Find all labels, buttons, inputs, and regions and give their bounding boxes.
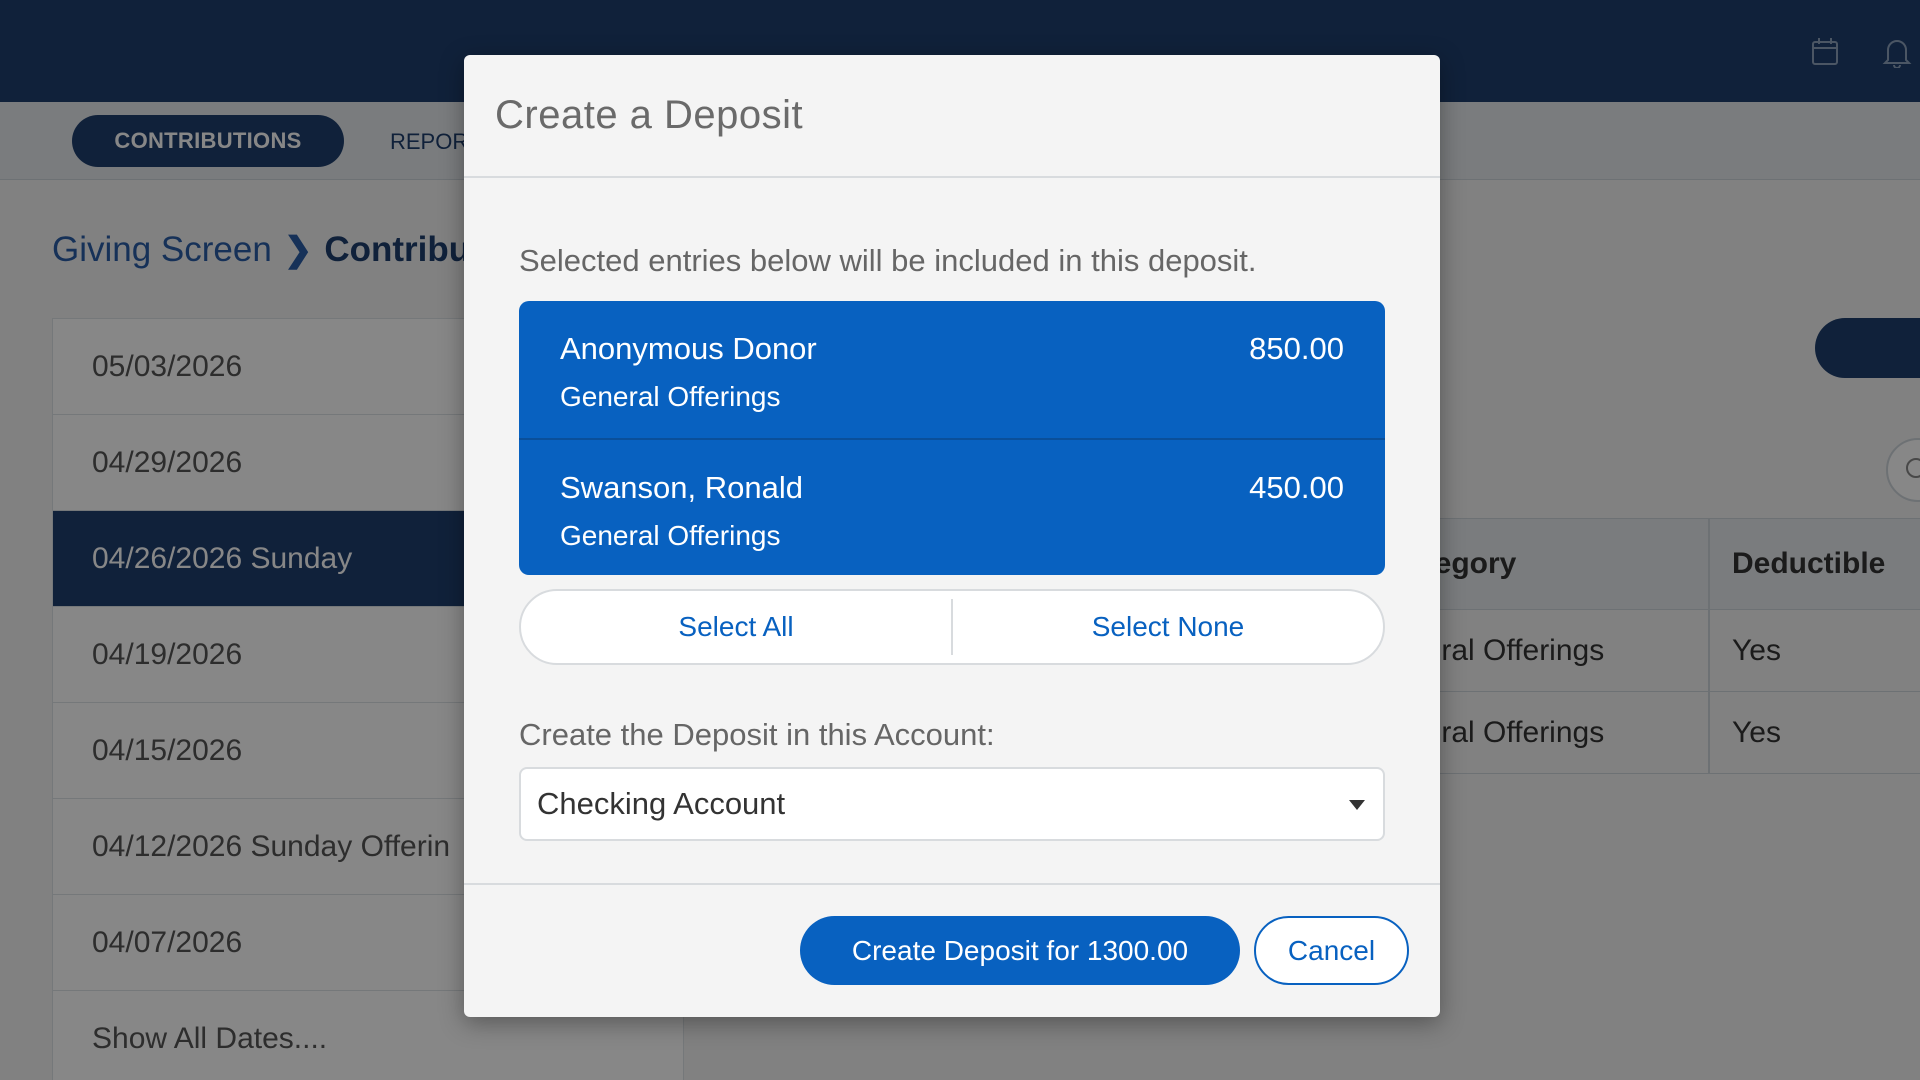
dialog-header: Create a Deposit <box>464 55 1440 178</box>
entry-donor-name: Swanson, Ronald <box>560 470 803 505</box>
entry-amount: 450.00 <box>1249 470 1344 505</box>
entry-donor-name: Anonymous Donor <box>560 331 817 366</box>
account-select-label: Create the Deposit in this Account: <box>519 717 995 752</box>
create-deposit-button[interactable]: Create Deposit for 1300.00 <box>800 916 1240 985</box>
deposit-entry-selected[interactable]: Swanson, Ronald General Offerings 450.00 <box>519 438 1385 575</box>
entry-category: General Offerings <box>560 381 781 412</box>
caret-down-icon <box>1349 800 1365 810</box>
dialog-intro-text: Selected entries below will be included … <box>519 243 1257 278</box>
dialog-title: Create a Deposit <box>495 93 804 137</box>
select-none-button[interactable]: Select None <box>953 591 1383 663</box>
deposit-entries-list: Anonymous Donor General Offerings 850.00… <box>519 301 1385 575</box>
account-select-value: Checking Account <box>537 786 786 821</box>
cancel-button[interactable]: Cancel <box>1254 916 1409 985</box>
select-all-button[interactable]: Select All <box>521 591 951 663</box>
deposit-entry-selected[interactable]: Anonymous Donor General Offerings 850.00 <box>519 301 1385 438</box>
account-select[interactable]: Checking Account <box>519 767 1385 841</box>
create-deposit-dialog: Create a Deposit Selected entries below … <box>464 55 1440 1017</box>
dialog-body: Selected entries below will be included … <box>519 178 1385 841</box>
selection-toggle-group: Select All Select None <box>519 589 1385 665</box>
entry-amount: 850.00 <box>1249 331 1344 366</box>
entry-category: General Offerings <box>560 520 781 551</box>
dialog-footer: Create Deposit for 1300.00 Cancel <box>464 883 1440 1017</box>
